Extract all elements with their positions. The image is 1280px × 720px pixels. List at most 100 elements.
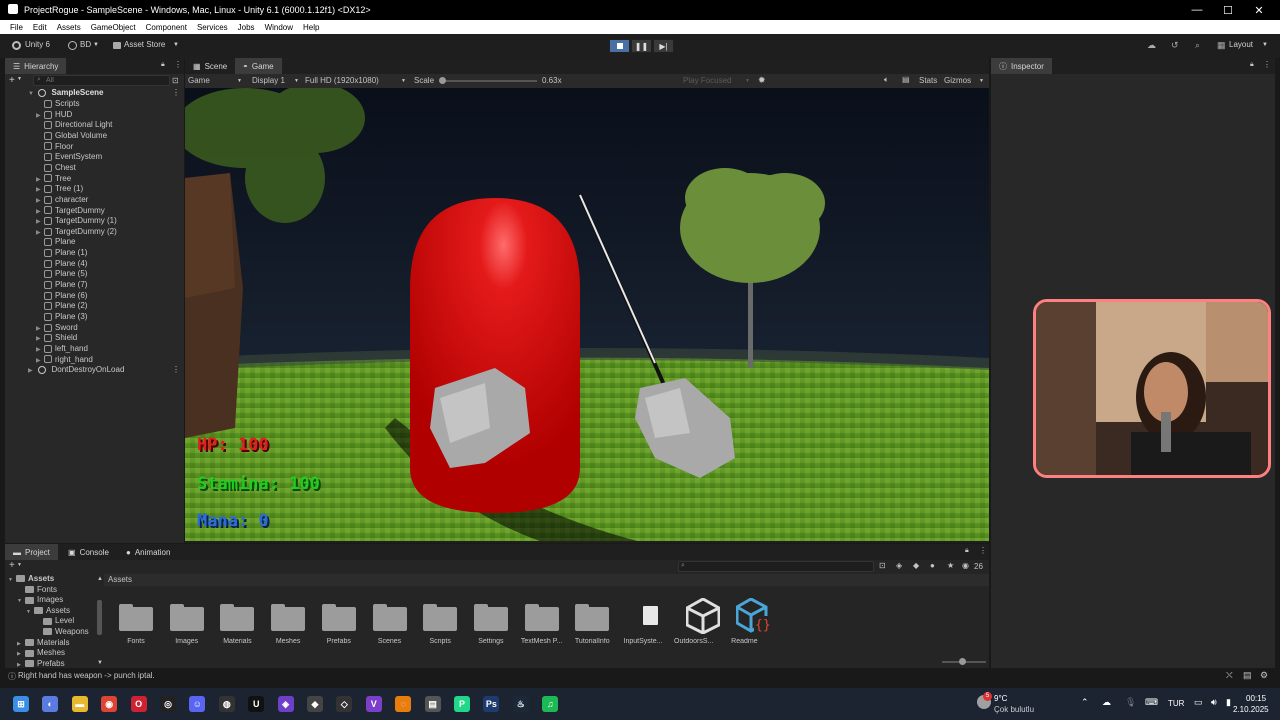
tab-project[interactable]: ▬ Project <box>5 544 58 560</box>
expand-icon[interactable]: ▼ <box>26 609 34 615</box>
label-filter-icon[interactable]: ◆ <box>913 561 919 570</box>
battery-icon[interactable]: ▮ <box>1226 697 1231 708</box>
hierarchy-item[interactable]: Floor <box>36 142 73 152</box>
tab-game[interactable]: ◓ Game <box>235 58 282 74</box>
hierarchy-item[interactable]: Global Volume <box>36 131 107 141</box>
asset-folder-icon[interactable] <box>321 602 356 632</box>
search-icon[interactable]: ⌕ <box>1195 40 1200 51</box>
hierarchy-item[interactable]: ▶ right_hand <box>36 355 93 365</box>
cloud-icon[interactable]: ☁ <box>1147 40 1156 51</box>
asset-folder-icon[interactable] <box>220 602 255 632</box>
steam-icon[interactable]: ◍ <box>218 696 235 712</box>
layout-dropdown[interactable]: Layout <box>1229 40 1253 49</box>
icon-size-handle[interactable] <box>959 658 966 665</box>
scale-slider[interactable] <box>439 77 537 84</box>
project-tree-item[interactable]: Fonts <box>17 585 57 594</box>
asset-folder-icon[interactable] <box>119 602 153 632</box>
asset-file-icon[interactable] <box>643 606 658 625</box>
tab-hierarchy[interactable]: ☰ Hierarchy <box>5 58 67 74</box>
display-dropdown[interactable]: Display 1 <box>252 76 285 85</box>
hierarchy-item[interactable]: Chest <box>36 163 76 173</box>
expand-icon[interactable]: ▶ <box>36 228 44 238</box>
weather-desc[interactable]: Çok bulutlu <box>994 705 1034 714</box>
asset-folder-icon[interactable] <box>372 602 407 632</box>
expand-icon[interactable]: ▶ <box>36 111 44 121</box>
hierarchy-item[interactable]: Directional Light <box>36 120 112 130</box>
asset-folder-icon[interactable] <box>524 602 559 632</box>
menu-help[interactable]: Help <box>303 23 319 32</box>
weather-temp[interactable]: 9°C <box>994 694 1007 703</box>
project-lock-icon[interactable]: 🔒︎ <box>965 547 969 555</box>
project-tree-item[interactable]: ▼ Assets <box>8 574 54 583</box>
discord-icon[interactable]: ☺ <box>189 696 206 712</box>
unity-package-icon[interactable] <box>685 597 721 635</box>
expand-icon[interactable]: ▶ <box>36 324 44 334</box>
dont-destroy-root[interactable]: ▶ DontDestroyOnLoad <box>28 365 124 375</box>
copilot-icon[interactable]: ◐ <box>42 696 59 712</box>
hierarchy-item[interactable]: ▶ Tree <box>36 174 71 184</box>
grid-icon[interactable]: ▤ <box>902 75 910 84</box>
icon-size-slider[interactable] <box>942 658 986 665</box>
hierarchy-item[interactable]: ▶ Shield <box>36 333 77 343</box>
expand-icon[interactable]: ▶ <box>36 175 44 185</box>
hierarchy-item[interactable]: Plane (4) <box>36 259 87 269</box>
start-icon[interactable]: ⊞ <box>13 696 29 712</box>
unity-editor-icon[interactable]: ◇ <box>336 696 353 712</box>
tab-console[interactable]: ▣ Console <box>60 544 117 560</box>
settings-icon[interactable]: ⚙ <box>1260 670 1268 681</box>
notes-icon[interactable]: ▤ <box>424 696 441 712</box>
project-tree-item[interactable]: ▶ Meshes <box>17 648 65 657</box>
project-tree-item[interactable]: ▼ Images <box>17 595 63 604</box>
expand-icon[interactable]: ▶ <box>17 641 25 647</box>
asset-folder-icon[interactable] <box>575 602 610 632</box>
tab-inspector[interactable]: ⓘ Inspector <box>991 58 1052 74</box>
expand-icon[interactable]: ▶ <box>36 334 44 344</box>
display-icon[interactable]: ▭ <box>1194 697 1203 708</box>
github-desktop-icon[interactable]: ◈ <box>277 696 294 712</box>
maximize-button[interactable]: ☐ <box>1213 0 1243 20</box>
more-icon[interactable]: ⋮ <box>174 60 182 69</box>
menu-services[interactable]: Services <box>197 23 228 32</box>
volume-icon[interactable]: 🔊︎ <box>1211 697 1217 708</box>
breadcrumb-assets[interactable]: Assets <box>108 575 132 584</box>
history-icon[interactable]: ↺ <box>1171 40 1179 51</box>
asset-folder-icon[interactable] <box>169 602 204 632</box>
scene-root[interactable]: ▼ SampleScene <box>28 88 104 98</box>
scale-slider-handle[interactable] <box>439 77 446 84</box>
minimize-button[interactable]: — <box>1182 0 1212 20</box>
readme-icon[interactable]: {} <box>735 597 772 634</box>
menu-gameobject[interactable]: GameObject <box>91 23 136 32</box>
project-tree-item[interactable]: Level <box>35 616 74 625</box>
hierarchy-item[interactable]: ▶ HUD <box>36 110 72 120</box>
hierarchy-item[interactable]: ▶ TargetDummy <box>36 206 105 216</box>
network-icon[interactable]: ▤ <box>1243 670 1252 681</box>
clock-date[interactable]: 2.10.2025 <box>1233 705 1269 714</box>
expand-icon[interactable]: ▶ <box>36 217 44 227</box>
hierarchy-item[interactable]: Plane <box>36 237 75 247</box>
status-message[interactable]: Right hand has weapon -> punch iptal. <box>18 671 155 680</box>
account-button[interactable]: BD <box>80 40 91 49</box>
progress-icon[interactable]: ⛌ <box>1226 670 1233 681</box>
hierarchy-item[interactable]: ▶ character <box>36 195 88 205</box>
menu-edit[interactable]: Edit <box>33 23 47 32</box>
resolution-dropdown[interactable]: Full HD (1920x1080) <box>305 76 379 85</box>
visibility-icon[interactable]: ◉ <box>962 561 969 570</box>
bug-icon[interactable]: ✹ <box>758 75 766 86</box>
project-tree-item[interactable]: ▶ Materials <box>17 638 69 647</box>
tray-chevron-icon[interactable]: ⌃ <box>1081 697 1089 708</box>
unity-hub-icon[interactable]: ◆ <box>307 696 323 712</box>
pycharm-icon[interactable]: P <box>454 696 470 712</box>
unity-version-button[interactable]: Unity 6 <box>25 40 50 49</box>
opera-icon[interactable]: O <box>130 696 147 712</box>
hierarchy-item[interactable]: ▶ TargetDummy (1) <box>36 216 117 226</box>
project-tree-item[interactable]: ▼ Assets <box>26 606 70 615</box>
audio-icon[interactable]: 🔈︎ <box>884 75 889 85</box>
hierarchy-item[interactable]: EventSystem <box>36 152 102 162</box>
hierarchy-item[interactable]: Plane (6) <box>36 291 87 301</box>
keyboard-icon[interactable]: ⌨ <box>1145 697 1158 708</box>
asset-folder-icon[interactable] <box>271 602 306 632</box>
clock-time[interactable]: 00:15 <box>1246 694 1266 703</box>
github-icon[interactable]: ◎ <box>160 696 176 712</box>
game-view[interactable]: HP: 100 Stamina: 100 Mana: 0 <box>185 88 989 541</box>
menu-assets[interactable]: Assets <box>57 23 81 32</box>
